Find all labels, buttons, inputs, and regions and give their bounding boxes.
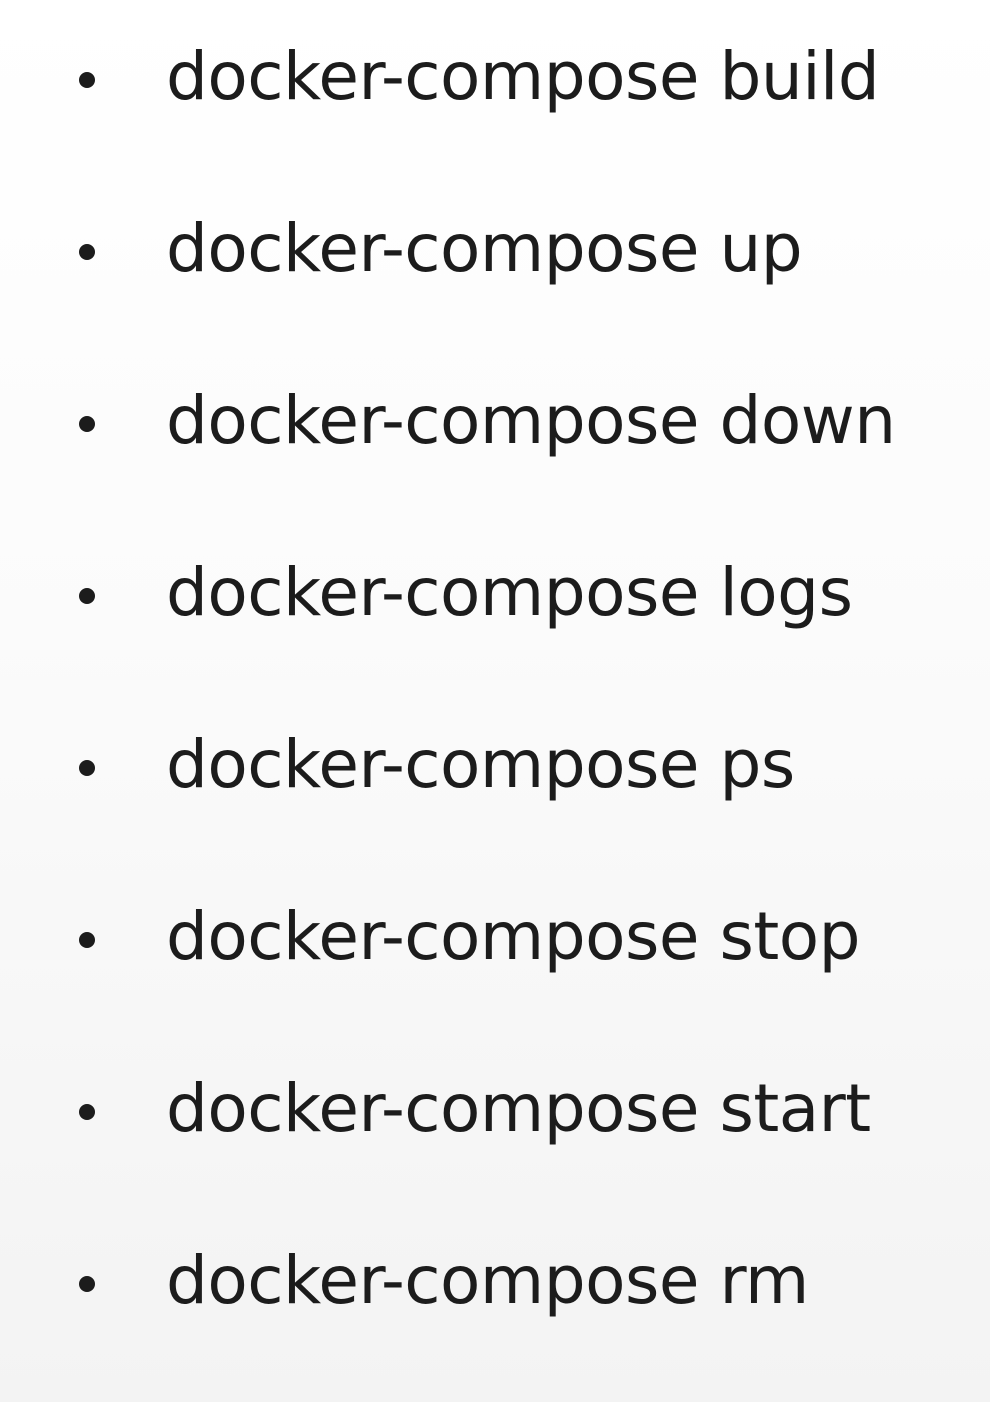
list-item: docker-compose ps xyxy=(0,713,990,823)
list-item: docker-compose logs xyxy=(0,541,990,651)
command-text: docker-compose up xyxy=(166,210,803,287)
bullet-icon xyxy=(79,72,95,88)
bullet-icon xyxy=(79,760,95,776)
list-item: docker-compose start xyxy=(0,1057,990,1167)
slide: docker-compose build docker-compose up d… xyxy=(0,0,990,1402)
bullet-icon xyxy=(79,1104,95,1120)
list-item: docker-compose up xyxy=(0,197,990,307)
command-text: docker-compose start xyxy=(166,1070,871,1147)
command-text: docker-compose rm xyxy=(166,1242,809,1319)
command-text: docker-compose ps xyxy=(166,726,795,803)
command-text: docker-compose stop xyxy=(166,898,861,975)
list-item: docker-compose stop xyxy=(0,885,990,995)
bullet-icon xyxy=(79,588,95,604)
command-text: docker-compose build xyxy=(166,38,880,115)
list-item: docker-compose rm xyxy=(0,1229,990,1339)
command-text: docker-compose logs xyxy=(166,554,853,631)
list-item: docker-compose build xyxy=(0,25,990,135)
bullet-icon xyxy=(79,932,95,948)
bullet-icon xyxy=(79,244,95,260)
bullet-icon xyxy=(79,416,95,432)
command-text: docker-compose down xyxy=(166,382,896,459)
bullet-icon xyxy=(79,1276,95,1292)
list-item: docker-compose down xyxy=(0,369,990,479)
